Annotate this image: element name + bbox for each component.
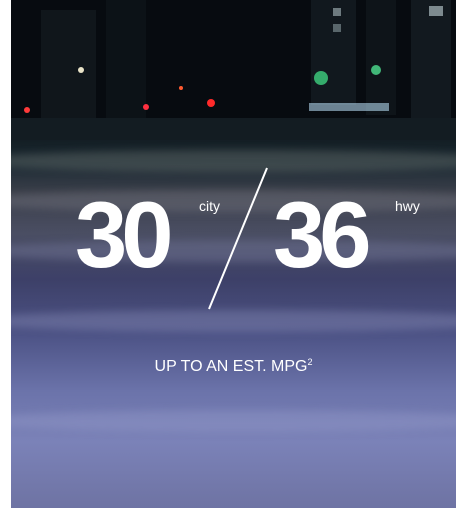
road-streak [11,410,456,432]
hwy-label: hwy [395,198,420,214]
hero-image: 30 city 36 hwy UP TO AN EST. MPG2 [11,0,456,508]
road-streak [11,310,456,332]
mpg-caption-text: UP TO AN EST. MPG [154,358,308,375]
mpg-caption: UP TO AN EST. MPG2 [11,357,456,376]
mpg-figures: 30 city 36 hwy [11,167,456,310]
city-mpg-value: 30 [75,182,174,287]
divider-slash [208,167,268,310]
hwy-mpg-value: 36 [273,182,372,287]
city-lights-background [11,0,456,140]
footnote-marker[interactable]: 2 [307,357,312,367]
